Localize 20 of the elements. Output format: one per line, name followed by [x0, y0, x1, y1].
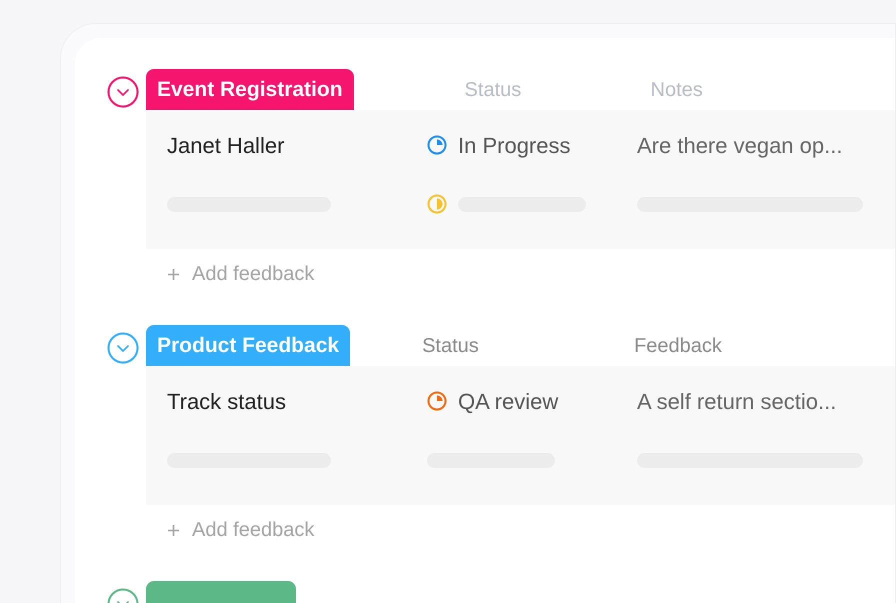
column-header: Status — [464, 78, 522, 102]
collapse-toggle-icon[interactable] — [107, 76, 139, 108]
column-header: Feedback — [634, 334, 722, 358]
add-feedback-button[interactable]: Add feedback — [167, 515, 314, 545]
group-tab[interactable]: Event Registration — [146, 69, 354, 110]
collapse-toggle-icon[interactable] — [107, 332, 139, 364]
note-text: Are there vegan op... — [637, 132, 842, 160]
note-text: A self return sectio... — [637, 388, 836, 416]
add-feedback-button[interactable]: Add feedback — [167, 259, 314, 289]
task-name: Janet Haller — [167, 132, 286, 160]
plus-icon — [167, 524, 180, 536]
plus-icon — [167, 268, 180, 280]
task-name: Track status — [167, 388, 287, 416]
group-title: Event Registration — [157, 76, 343, 103]
status-label: QA review — [458, 388, 558, 416]
column-header: Status — [421, 334, 480, 358]
group-title: Product Feedback — [157, 332, 340, 359]
group-tab[interactable]: Product Feedback — [146, 325, 350, 366]
column-header: Notes — [650, 78, 703, 102]
status-label: In Progress — [458, 132, 570, 160]
